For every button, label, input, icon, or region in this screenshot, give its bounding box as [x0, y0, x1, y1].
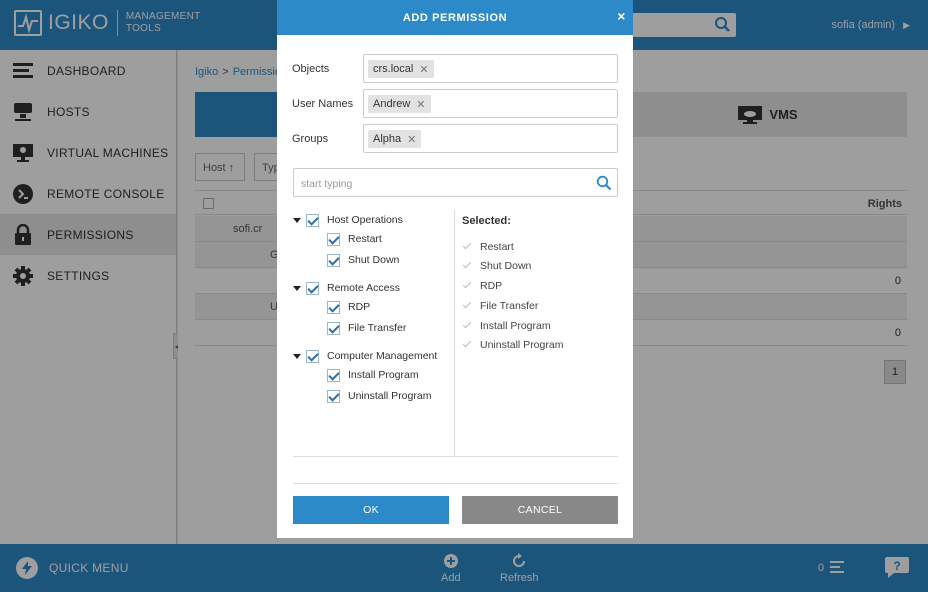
objects-label: Objects [292, 63, 330, 75]
dialog-title: ADD PERMISSION [402, 11, 508, 24]
separator-line [293, 456, 618, 457]
tree-node-remote-access[interactable]: Remote Access [293, 278, 455, 298]
selected-item: Shut Down [462, 258, 531, 274]
checkbox-checked[interactable] [306, 281, 319, 295]
dialog-header: ADD PERMISSION × [277, 0, 633, 35]
group-chip: Alpha ✕ [368, 130, 422, 148]
selected-item: Uninstall Program [462, 337, 563, 353]
groups-label: Groups [292, 133, 329, 145]
caret-down-icon[interactable] [293, 217, 301, 223]
remove-chip-icon[interactable]: ✕ [407, 133, 416, 146]
separator-line [293, 483, 618, 484]
checkbox-checked[interactable] [306, 349, 319, 363]
selected-item: Install Program [462, 318, 551, 334]
permission-search-input[interactable]: start typing [293, 168, 618, 197]
check-icon [462, 281, 472, 291]
selected-title: Selected: [462, 215, 511, 227]
tree-leaf-file-transfer[interactable]: File Transfer [293, 318, 455, 338]
user-names-field[interactable]: Andrew ✕ [363, 89, 618, 118]
tree-leaf-uninstall-program[interactable]: Uninstall Program [293, 386, 455, 406]
remove-chip-icon[interactable]: ✕ [416, 98, 425, 111]
checkbox-checked[interactable] [327, 253, 340, 267]
check-icon [462, 261, 472, 271]
search-placeholder: start typing [301, 178, 353, 190]
caret-down-icon[interactable] [293, 353, 301, 359]
checkbox-checked[interactable] [327, 232, 340, 246]
checkbox-checked[interactable] [327, 389, 340, 403]
checkbox-checked[interactable] [327, 321, 340, 335]
selected-permissions: Selected: Restart Shut Down RDP File Tra… [462, 210, 622, 456]
close-icon[interactable]: × [617, 9, 626, 23]
user-names-row: User Names Andrew ✕ [292, 89, 618, 118]
ok-button[interactable]: OK [293, 496, 449, 524]
groups-field[interactable]: Alpha ✕ [363, 124, 618, 153]
object-chip: crs.local ✕ [368, 60, 434, 78]
cancel-button[interactable]: CANCEL [462, 496, 618, 524]
objects-field[interactable]: crs.local ✕ [363, 54, 618, 83]
objects-row: Objects crs.local ✕ [292, 54, 618, 83]
groups-row: Groups Alpha ✕ [292, 124, 618, 153]
check-icon [462, 321, 472, 331]
column-divider [454, 210, 455, 456]
tree-node-computer-management[interactable]: Computer Management [293, 346, 455, 366]
search-icon[interactable] [596, 175, 612, 194]
tree-node-host-operations[interactable]: Host Operations [293, 210, 455, 230]
caret-down-icon[interactable] [293, 285, 301, 291]
user-chip: Andrew ✕ [368, 95, 431, 113]
checkbox-checked[interactable] [306, 213, 319, 227]
tree-leaf-install-program[interactable]: Install Program [293, 365, 455, 385]
tree-leaf-shut-down[interactable]: Shut Down [293, 250, 455, 270]
checkbox-checked[interactable] [327, 368, 340, 382]
add-permission-dialog: ADD PERMISSION × Objects crs.local ✕ User… [277, 0, 633, 538]
selected-item: File Transfer [462, 298, 538, 314]
remove-chip-icon[interactable]: ✕ [419, 63, 428, 76]
checkbox-checked[interactable] [327, 300, 340, 314]
check-icon [462, 340, 472, 350]
check-icon [462, 301, 472, 311]
tree-leaf-restart[interactable]: Restart [293, 229, 455, 249]
check-icon [462, 242, 472, 252]
tree-leaf-rdp[interactable]: RDP [293, 297, 455, 317]
selected-item: RDP [462, 278, 502, 294]
permission-tree: Host Operations Restart Shut Down Remote… [293, 210, 455, 456]
selected-item: Restart [462, 239, 514, 255]
user-names-label: User Names [292, 98, 354, 110]
